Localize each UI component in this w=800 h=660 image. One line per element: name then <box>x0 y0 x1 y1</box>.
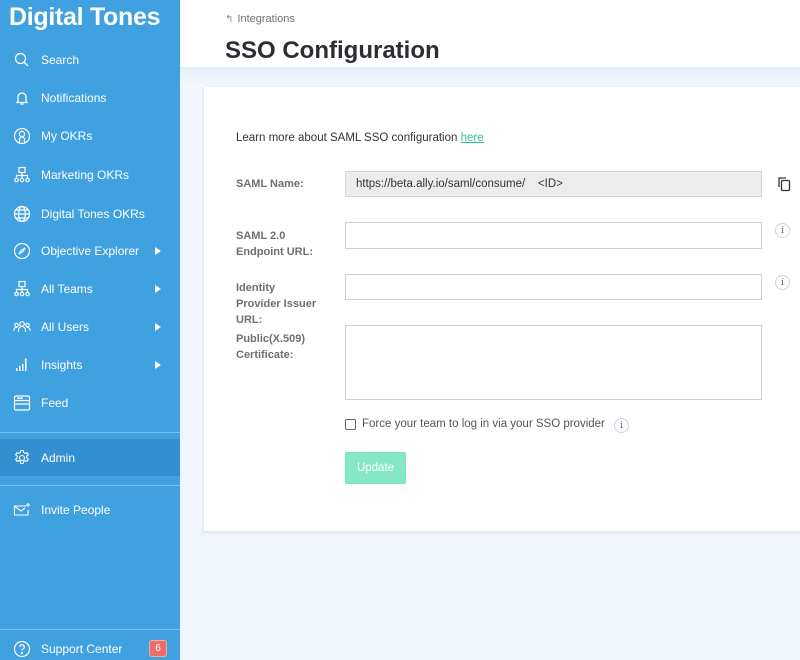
label-line: Provider Issuer <box>236 298 317 310</box>
force-sso-row: Force your team to log in via your SSO p… <box>345 418 605 430</box>
header-band <box>180 67 800 87</box>
sidebar-item-label: Marketing OKRs <box>41 168 130 182</box>
chevron-right-icon <box>155 247 161 255</box>
issuer-url-input[interactable] <box>345 274 762 300</box>
org-chart-icon <box>13 166 31 184</box>
certificate-label: Public(X.509) Certificate: <box>236 331 305 363</box>
sidebar-divider <box>0 432 180 433</box>
copy-icon[interactable] <box>776 176 792 192</box>
label-line: Identity <box>236 282 276 294</box>
sidebar-item-all-teams[interactable]: All Teams <box>0 270 180 308</box>
sidebar-item-label: All Teams <box>41 282 93 296</box>
sidebar-item-label: All Users <box>41 320 90 334</box>
sidebar-item-marketing-okrs[interactable]: Marketing OKRs <box>0 156 180 194</box>
sidebar-item-label: Objective Explorer <box>41 244 140 258</box>
sidebar-item-my-okrs[interactable]: My OKRs <box>0 117 180 155</box>
endpoint-url-label: SAML 2.0 Endpoint URL: <box>236 228 313 260</box>
sidebar-item-insights[interactable]: Insights <box>0 346 180 384</box>
sidebar-item-label: My OKRs <box>41 129 93 143</box>
sidebar-item-feed[interactable]: Feed <box>0 384 180 422</box>
label-line: Public(X.509) <box>236 333 306 345</box>
compass-icon <box>13 242 31 260</box>
sidebar-item-notifications[interactable]: Notifications <box>0 79 180 117</box>
page-title: SSO Configuration <box>225 37 440 64</box>
back-arrow-icon: ↰ <box>225 13 234 25</box>
update-button[interactable]: Update <box>345 452 406 484</box>
info-icon[interactable]: i <box>614 418 629 433</box>
sidebar-item-label: Feed <box>41 396 69 410</box>
saml-name-label: SAML Name: <box>236 178 304 190</box>
sidebar: Digital Tones Search Notifications My OK… <box>0 0 180 660</box>
sidebar-item-support-center[interactable]: Support Center 6 <box>0 630 180 660</box>
sidebar-item-label: Search <box>41 53 80 67</box>
mail-plus-icon <box>13 501 31 519</box>
org-chart-icon <box>13 280 31 298</box>
info-icon[interactable]: i <box>775 275 790 290</box>
search-icon <box>13 51 31 69</box>
gear-icon <box>13 449 31 467</box>
sidebar-item-digital-tones-okrs[interactable]: Digital Tones OKRs <box>0 195 180 233</box>
user-circle-icon <box>13 127 31 145</box>
sidebar-item-label: Invite People <box>41 503 111 517</box>
endpoint-url-input[interactable] <box>345 222 762 249</box>
sidebar-item-admin[interactable]: Admin <box>0 439 180 476</box>
force-sso-checkbox[interactable] <box>345 418 356 430</box>
learn-more-label: Learn more about SAML SSO configuration <box>236 132 461 144</box>
breadcrumb-back-link[interactable]: ↰ Integrations <box>225 13 295 25</box>
sidebar-divider <box>0 485 180 486</box>
globe-icon <box>13 205 31 223</box>
chevron-right-icon <box>155 285 161 293</box>
sidebar-item-label: Insights <box>41 358 83 372</box>
sidebar-item-label: Notifications <box>41 91 107 105</box>
sidebar-item-label: Support Center <box>41 642 123 656</box>
users-icon <box>13 318 31 336</box>
sidebar-item-objective-explorer[interactable]: Objective Explorer <box>0 232 180 270</box>
sidebar-item-all-users[interactable]: All Users <box>0 308 180 346</box>
sidebar-item-label: Admin <box>41 450 76 465</box>
label-line: URL: <box>236 314 263 326</box>
help-circle-icon <box>13 640 31 658</box>
label-line: Endpoint URL: <box>236 246 313 258</box>
brand-logo[interactable]: Digital Tones <box>9 3 161 32</box>
breadcrumb-label: Integrations <box>237 13 295 25</box>
bell-icon <box>13 89 31 107</box>
sidebar-item-search[interactable]: Search <box>0 41 180 79</box>
sidebar-item-label: Digital Tones OKRs <box>41 207 145 221</box>
info-icon[interactable]: i <box>775 223 790 238</box>
feed-icon <box>13 394 31 412</box>
bar-chart-icon <box>13 356 31 374</box>
notification-badge: 6 <box>149 640 167 657</box>
sidebar-item-invite-people[interactable]: Invite People <box>0 491 180 529</box>
chevron-right-icon <box>155 361 161 369</box>
learn-more-text: Learn more about SAML SSO configuration … <box>236 132 484 144</box>
saml-name-field[interactable] <box>345 171 762 197</box>
chevron-right-icon <box>155 323 161 331</box>
certificate-textarea[interactable] <box>345 325 762 400</box>
force-sso-label: Force your team to log in via your SSO p… <box>362 418 605 430</box>
issuer-url-label: Identity Provider Issuer URL: <box>236 280 316 328</box>
label-line: Certificate: <box>236 349 294 361</box>
label-line: SAML 2.0 <box>236 230 286 242</box>
learn-more-link[interactable]: here <box>461 132 484 144</box>
